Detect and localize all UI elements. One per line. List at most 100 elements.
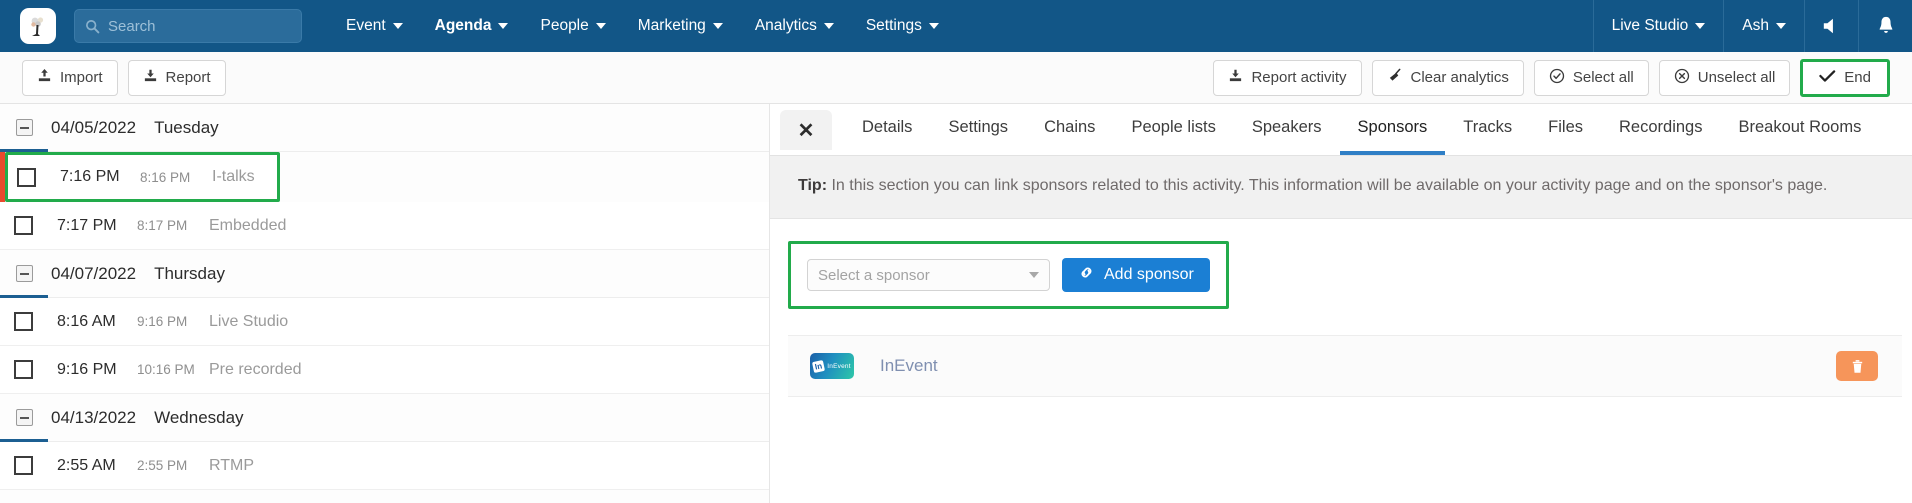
agenda-activity-row[interactable]: 7:17 PM 8:17 PM Embedded — [0, 202, 769, 250]
check-circle-icon — [1549, 68, 1565, 88]
select-all-button[interactable]: Select all — [1533, 59, 1649, 96]
megaphone-icon[interactable] — [1804, 0, 1858, 52]
activity-checkbox[interactable] — [14, 360, 33, 379]
nav-item-label: Agenda — [434, 17, 492, 34]
top-navbar: Event Agenda People Marketing Analytics … — [0, 0, 1912, 52]
agenda-activity-row[interactable]: 8:16 AM 9:16 PM Live Studio — [0, 298, 769, 346]
chevron-down-icon — [1776, 23, 1786, 29]
chevron-down-icon — [823, 23, 834, 29]
sponsor-name[interactable]: InEvent — [880, 356, 938, 376]
activity-name: Pre recorded — [209, 360, 302, 378]
close-icon[interactable]: ✕ — [780, 110, 832, 150]
agenda-list: 04/05/2022 Tuesday 7:16 PM 8:16 PM I-tal… — [0, 104, 770, 503]
tab-settings[interactable]: Settings — [930, 103, 1026, 155]
link-icon — [1078, 264, 1095, 286]
activity-start-time: 9:16 PM — [57, 360, 117, 378]
activity-name: I-talks — [212, 168, 255, 185]
activity-checkbox[interactable] — [14, 312, 33, 331]
tab-speakers[interactable]: Speakers — [1234, 103, 1340, 155]
agenda-activity-row[interactable]: 7:16 PM 8:16 PM I-talks — [0, 152, 280, 202]
button-label: Report activity — [1251, 69, 1347, 86]
agenda-day-header[interactable]: 04/05/2022 Tuesday — [0, 104, 769, 152]
day-weekday: Wednesday — [154, 407, 244, 427]
activity-checkbox[interactable] — [17, 167, 36, 187]
panel-tabbar: ✕ Details Settings Chains People lists S… — [770, 104, 1912, 156]
button-label: Add sponsor — [1104, 266, 1194, 283]
nav-item-label: People — [540, 17, 589, 34]
sponsor-list: In InEvent InEvent — [770, 335, 1912, 397]
chevron-down-icon — [595, 23, 606, 29]
nav-item-event[interactable]: Event — [330, 0, 419, 52]
nav-item-label: Event — [346, 17, 386, 34]
activity-start-time: 8:16 AM — [57, 312, 116, 330]
button-label: Unselect all — [1697, 69, 1776, 86]
activity-end-time: 8:17 PM — [137, 218, 188, 233]
nav-item-agenda[interactable]: Agenda — [419, 0, 525, 52]
agenda-activity-row[interactable]: 9:16 PM 10:16 PM Pre recorded — [0, 346, 769, 394]
activity-detail-panel: ✕ Details Settings Chains People lists S… — [770, 104, 1912, 503]
tab-files[interactable]: Files — [1530, 103, 1601, 155]
collapse-icon[interactable] — [16, 265, 33, 282]
nav-item-people[interactable]: People — [524, 0, 621, 52]
collapse-icon[interactable] — [16, 119, 33, 136]
nav-item-analytics[interactable]: Analytics — [739, 0, 850, 52]
tab-recordings[interactable]: Recordings — [1601, 103, 1720, 155]
button-label: Import — [60, 69, 103, 86]
main-menu: Event Agenda People Marketing Analytics … — [330, 0, 955, 52]
collapse-icon[interactable] — [16, 409, 33, 426]
activity-end-time: 8:16 PM — [140, 169, 191, 185]
button-label: Report — [165, 69, 211, 86]
search-box[interactable] — [74, 9, 302, 43]
unselect-all-button[interactable]: Unselect all — [1658, 59, 1791, 96]
activity-start-time: 7:16 PM — [60, 168, 120, 185]
day-weekday: Tuesday — [154, 117, 219, 137]
import-button[interactable]: Import — [22, 59, 118, 96]
nav-item-marketing[interactable]: Marketing — [622, 0, 739, 52]
sponsor-logo-mark: In — [812, 359, 826, 373]
clear-analytics-button[interactable]: Clear analytics — [1371, 59, 1524, 96]
activity-start-time: 2:55 AM — [57, 456, 116, 474]
activity-name: Embedded — [209, 216, 287, 234]
tab-details[interactable]: Details — [844, 103, 930, 155]
activity-end-time: 2:55 PM — [137, 458, 188, 473]
nav-item-label: Live Studio — [1611, 17, 1689, 34]
day-weekday: Thursday — [154, 263, 225, 283]
nav-item-live-studio[interactable]: Live Studio — [1592, 0, 1724, 52]
navbar-right: Live Studio Ash — [1592, 0, 1912, 52]
search-input[interactable] — [108, 17, 291, 35]
chevron-down-icon — [1695, 23, 1706, 29]
tab-breakout-rooms[interactable]: Breakout Rooms — [1720, 103, 1879, 155]
report-activity-button[interactable]: Report activity — [1213, 59, 1362, 96]
tab-chains[interactable]: Chains — [1026, 103, 1113, 155]
nav-item-settings[interactable]: Settings — [850, 0, 955, 52]
upload-icon — [37, 68, 52, 87]
chevron-down-icon — [1029, 272, 1039, 278]
tip-text: In this section you can link sponsors re… — [827, 177, 1828, 194]
trash-icon[interactable] — [1836, 351, 1878, 381]
activity-checkbox[interactable] — [14, 216, 33, 235]
nav-item-user-account[interactable]: Ash — [1723, 0, 1804, 52]
agenda-activity-row[interactable]: 2:55 AM 2:55 PM RTMP — [0, 442, 769, 490]
broom-icon — [1387, 68, 1403, 87]
main-content: 04/05/2022 Tuesday 7:16 PM 8:16 PM I-tal… — [0, 104, 1912, 503]
activity-checkbox[interactable] — [14, 456, 33, 475]
bell-icon[interactable] — [1858, 0, 1912, 52]
tip-banner: Tip: In this section you can link sponso… — [770, 156, 1912, 219]
agenda-day-header[interactable]: 04/13/2022 Wednesday — [0, 394, 769, 442]
agenda-day-header[interactable]: 04/07/2022 Thursday — [0, 250, 769, 298]
tab-tracks[interactable]: Tracks — [1445, 103, 1530, 155]
sponsor-select[interactable]: Select a sponsor — [807, 259, 1050, 291]
end-button[interactable]: End — [1800, 58, 1890, 97]
tab-people-lists[interactable]: People lists — [1113, 103, 1233, 155]
report-button[interactable]: Report — [127, 59, 226, 96]
nav-item-label: Analytics — [754, 17, 817, 34]
sponsor-logo-icon: In InEvent — [810, 353, 854, 379]
add-sponsor-button[interactable]: Add sponsor — [1062, 258, 1210, 292]
activity-name: Live Studio — [209, 312, 289, 330]
day-date: 04/13/2022 — [51, 407, 137, 427]
sponsor-row: In InEvent InEvent — [788, 335, 1902, 397]
chevron-down-icon — [712, 23, 723, 29]
app-logo-icon[interactable] — [20, 8, 56, 44]
tab-sponsors[interactable]: Sponsors — [1339, 103, 1446, 155]
x-circle-icon — [1674, 68, 1690, 88]
